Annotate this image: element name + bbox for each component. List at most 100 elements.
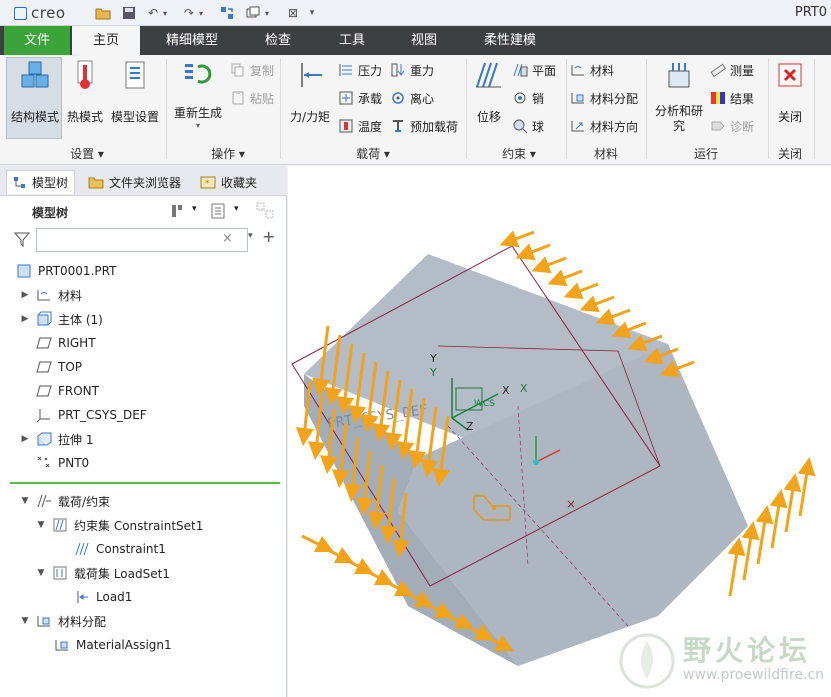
displacement-label: 位移 <box>476 110 501 124</box>
collapse-icon[interactable]: ▼ <box>36 520 46 530</box>
load-arrow <box>515 243 551 261</box>
tab-favorites[interactable]: * 收藏夹 <box>194 170 263 194</box>
tab-file[interactable]: 文件 <box>4 26 70 55</box>
ball-button[interactable]: 球 <box>512 116 544 136</box>
tree-item-right-plane[interactable]: RIGHT <box>36 332 96 354</box>
tree-item-load-set[interactable]: ▼ 载荷集 LoadSet1 <box>36 562 170 584</box>
centrifugal-button[interactable]: 离心 <box>390 88 434 108</box>
tree-item-material-assign1[interactable]: MaterialAssign1 <box>54 634 172 656</box>
windows-icon[interactable] <box>244 4 262 22</box>
show-icon[interactable] <box>210 202 228 223</box>
collapse-icon[interactable]: ▼ <box>20 496 30 506</box>
displacement-button[interactable]: 位移 <box>470 59 508 125</box>
results-icon <box>711 92 725 104</box>
show-dropdown-icon[interactable]: ▾ <box>234 204 239 214</box>
tree-filter-icon[interactable] <box>256 202 276 223</box>
structure-mode-button[interactable]: 结构模式 <box>6 59 64 125</box>
paste-button[interactable]: 粘贴 <box>230 88 274 108</box>
tree-item-material-assignment[interactable]: ▼ 材料分配 <box>20 610 106 632</box>
loads-group-label[interactable]: 载荷 ▾ <box>348 145 398 162</box>
tab-refine-model[interactable]: 精细模型 <box>152 26 232 55</box>
undo-dropdown-icon[interactable]: ▾ <box>160 4 170 22</box>
customize-quick-access-icon[interactable]: ▾ <box>306 4 318 22</box>
search-options-dropdown-icon[interactable]: ▾ <box>248 231 253 241</box>
regenerate-button[interactable]: 重新生成 ▾ <box>170 59 226 130</box>
load-arrow <box>755 505 774 565</box>
measure-button[interactable]: 测量 <box>710 60 754 80</box>
material-assignment-button[interactable]: 材料分配 <box>570 88 638 108</box>
analysis-studies-button[interactable]: 分析和研究 <box>650 59 708 134</box>
constraints-group-label[interactable]: 约束 ▾ <box>494 145 544 162</box>
tab-tools[interactable]: 工具 <box>322 26 382 55</box>
constraints-group-text: 约束 <box>502 147 527 161</box>
measure-icon <box>710 63 726 78</box>
tree-item-material[interactable]: ▶ 材料 <box>20 284 82 306</box>
save-icon[interactable] <box>120 4 138 22</box>
expand-icon[interactable]: ▶ <box>20 434 30 444</box>
tree-item-constraint[interactable]: Constraint1 <box>74 538 166 560</box>
paste-label: 粘贴 <box>250 91 275 106</box>
tab-model-tree[interactable]: 模型树 <box>6 170 76 194</box>
model-scene[interactable]: PRT_CSYS_DEF Y Y X X Z WCS × <box>288 166 831 697</box>
tab-view[interactable]: 视图 <box>394 26 454 55</box>
tree-item-loads-constraints[interactable]: ▼ 载荷/约束 <box>20 490 111 512</box>
tree-item-top-plane[interactable]: TOP <box>36 356 82 378</box>
add-filter-icon[interactable]: + <box>262 227 275 246</box>
tree-item-front-plane[interactable]: FRONT <box>36 380 99 402</box>
expand-icon[interactable]: ▶ <box>20 314 30 324</box>
tree-item-datum-point[interactable]: PNT0 <box>36 452 89 474</box>
material-orientation-button[interactable]: 材料方向 <box>570 116 638 136</box>
thermal-mode-button[interactable]: 热模式 <box>64 59 106 125</box>
close-button[interactable]: 关闭 <box>772 59 808 125</box>
tree-item-load[interactable]: Load1 <box>74 586 132 608</box>
tree-search-input[interactable] <box>36 228 248 252</box>
tree-item-csys[interactable]: PRT_CSYS_DEF <box>36 404 147 426</box>
copy-button[interactable]: 复制 <box>230 60 274 80</box>
tree-item-extrude[interactable]: ▶ 拉伸 1 <box>20 428 93 450</box>
gravity-button[interactable]: 重力 <box>390 60 434 80</box>
tree-settings-icon[interactable] <box>168 202 186 223</box>
tab-inspect[interactable]: 检查 <box>248 26 308 55</box>
setup-group-label[interactable]: 设置 ▾ <box>60 145 114 162</box>
tab-home[interactable]: 主页 <box>72 26 140 55</box>
load-arrow <box>531 256 567 274</box>
tab-folder-browser[interactable]: 文件夹浏览器 <box>82 170 187 194</box>
force-moment-button[interactable]: 力/力矩 <box>284 59 336 125</box>
pin-button[interactable]: 销 <box>512 88 544 108</box>
diagnostics-button[interactable]: 诊断 <box>710 116 754 136</box>
tab-flexible-modeling[interactable]: 柔性建模 <box>470 26 550 55</box>
axis-x2-label: X <box>520 382 528 395</box>
redo-dropdown-icon[interactable]: ▾ <box>196 4 206 22</box>
tree-item-label: TOP <box>58 360 83 374</box>
funnel-icon[interactable] <box>13 231 31 250</box>
close-window-icon[interactable]: ⊠ <box>284 4 302 22</box>
results-button[interactable]: 结果 <box>710 88 754 108</box>
model-setup-button[interactable]: 模型设置 <box>108 59 162 125</box>
tree-settings-dropdown-icon[interactable]: ▾ <box>192 204 197 214</box>
tree-item-constraint-set[interactable]: ▼ 约束集 ConstraintSet1 <box>36 514 203 536</box>
collapse-icon[interactable]: ▼ <box>36 568 46 578</box>
tree-item-bodies[interactable]: ▶ 主体 (1) <box>20 308 103 330</box>
windows-dropdown-icon[interactable]: ▾ <box>262 4 272 22</box>
load-arrow <box>797 457 816 517</box>
temperature-button[interactable]: 温度 <box>338 116 382 136</box>
bearing-button[interactable]: 承载 <box>338 88 382 108</box>
open-icon[interactable] <box>94 4 112 22</box>
pressure-button[interactable]: 压力 <box>338 60 382 80</box>
preload-button[interactable]: 预加载荷 <box>390 116 458 136</box>
regenerate-quick-icon[interactable] <box>218 4 236 22</box>
regenerate-dropdown-icon[interactable]: ▾ <box>170 121 226 130</box>
tree-item-label: 材料分配 <box>58 614 107 629</box>
tree-item-part[interactable]: PRT0001.PRT <box>16 260 116 282</box>
material-button[interactable]: 材料 <box>570 60 614 80</box>
model-tree-header: 模型树 ▾ ▾ <box>0 198 287 224</box>
pin-label: 销 <box>532 91 545 106</box>
clear-search-icon[interactable]: × <box>222 231 233 246</box>
graphics-viewport[interactable]: PRT_CSYS_DEF Y Y X X Z WCS × 野火论坛 www.pr… <box>288 166 831 697</box>
tree-item-label: MaterialAssign1 <box>76 638 172 652</box>
operations-group-label[interactable]: 操作 ▾ <box>200 145 256 162</box>
operations-group-text: 操作 <box>211 147 236 161</box>
expand-icon[interactable]: ▶ <box>20 290 30 300</box>
collapse-icon[interactable]: ▼ <box>20 616 30 626</box>
planar-button[interactable]: 平面 <box>512 60 556 80</box>
